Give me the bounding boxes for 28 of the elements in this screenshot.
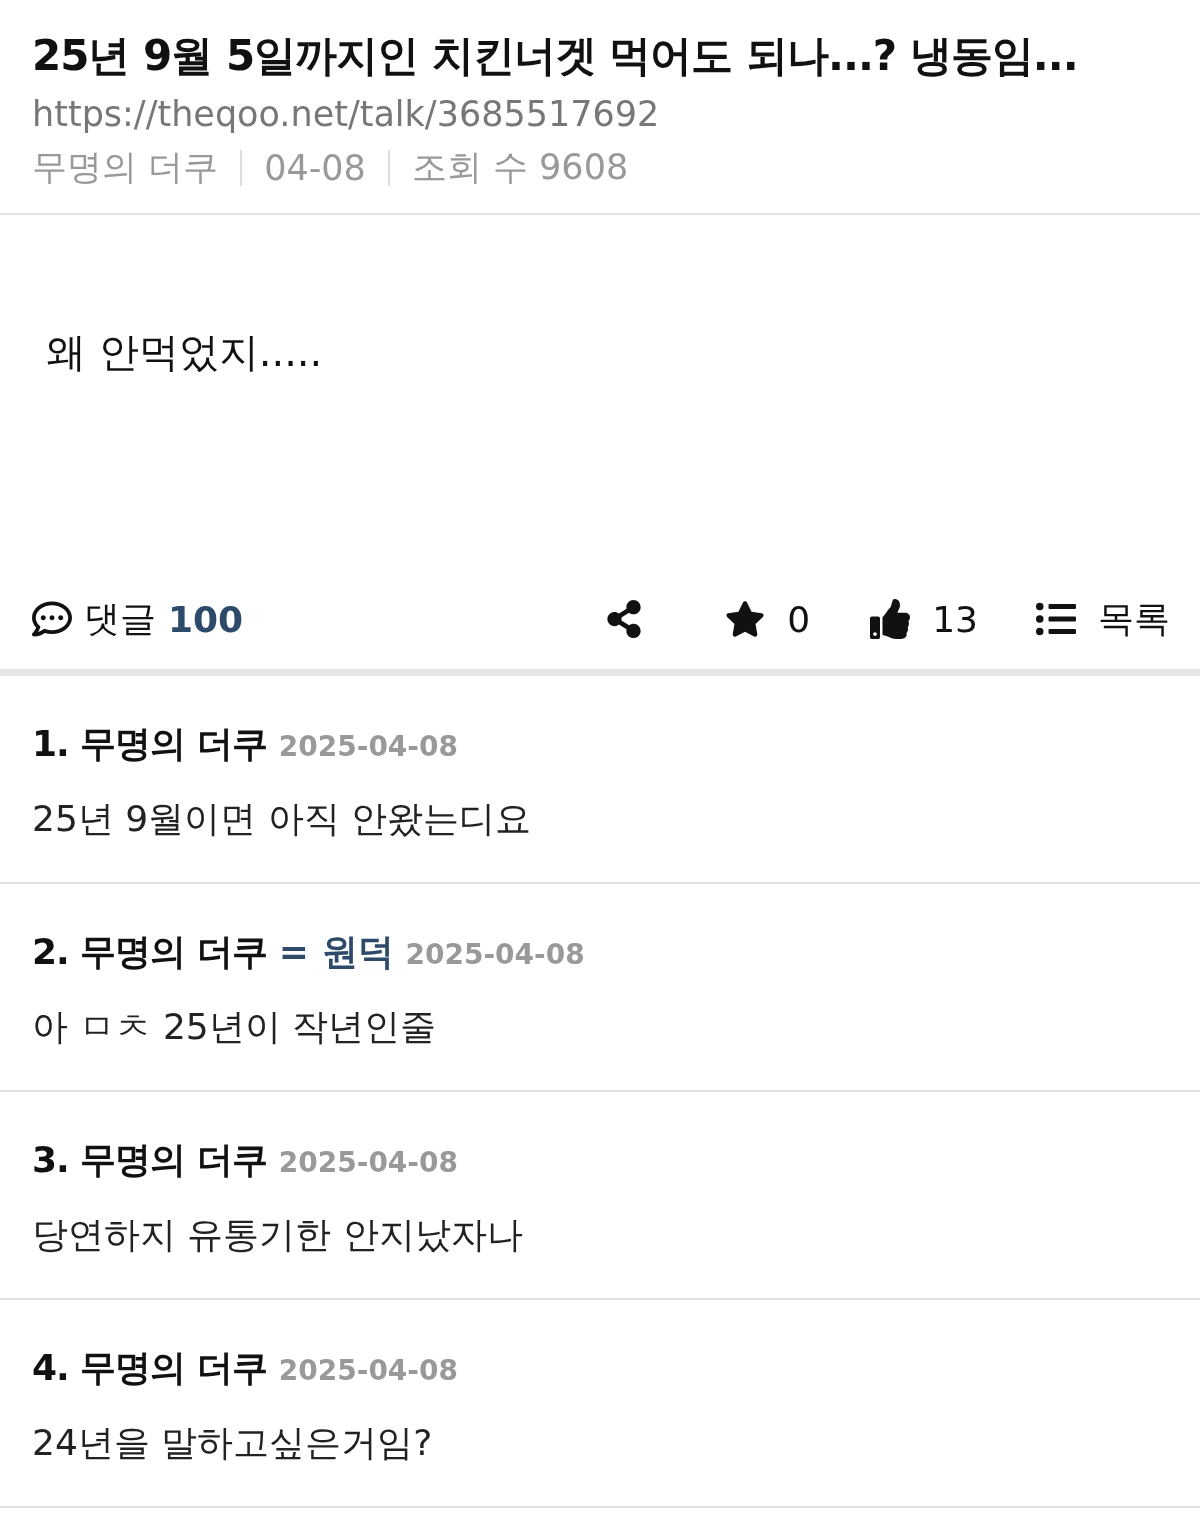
- star-count: 0: [787, 598, 811, 640]
- comment-label[interactable]: 댓글: [84, 594, 156, 644]
- comment-author: 3. 무명의 더쿠: [32, 1138, 267, 1182]
- comment-icon[interactable]: [32, 599, 72, 639]
- view-count: 조회 수 9608: [411, 146, 629, 189]
- post-author: 무명의 더쿠: [32, 146, 219, 189]
- share-icon[interactable]: [605, 600, 644, 638]
- like-count: 13: [932, 598, 978, 640]
- post-url[interactable]: https://theqoo.net/talk/3685517692: [32, 94, 1168, 134]
- comment-date: 2025-04-08: [278, 1146, 458, 1179]
- comment-tag: = 원덕: [278, 928, 394, 977]
- comment-author: 2. 무명의 더쿠: [32, 930, 267, 974]
- post-title: 25년 9월 5일까지인 치킨너겟 먹어도 되나...? 냉동임...: [32, 30, 1079, 82]
- comment-text: 당연하지 유통기한 안지났자나: [32, 1213, 524, 1257]
- comment-date: 2025-04-08: [278, 730, 458, 763]
- list-link[interactable]: 목록: [1098, 594, 1170, 644]
- thumbs-up-icon[interactable]: [870, 599, 911, 639]
- comment-text: 아 ㅁㅊ 25년이 작년인줄: [32, 1005, 438, 1049]
- post-date: 04-08: [264, 147, 366, 188]
- comment-date: 2025-04-08: [405, 938, 585, 971]
- comment-count[interactable]: 100: [168, 598, 244, 640]
- comment-author: 1. 무명의 더쿠: [32, 722, 267, 766]
- comment-text: 25년 9월이면 아직 안왔는디요: [32, 797, 533, 841]
- comment-text: 24년을 말하고싶은거임?: [32, 1421, 434, 1465]
- star-icon[interactable]: [725, 599, 766, 639]
- comment-date: 2025-04-08: [278, 1354, 458, 1387]
- post-body: 왜 안먹었지.....: [46, 329, 323, 375]
- comment-author: 4. 무명의 더쿠: [32, 1346, 267, 1390]
